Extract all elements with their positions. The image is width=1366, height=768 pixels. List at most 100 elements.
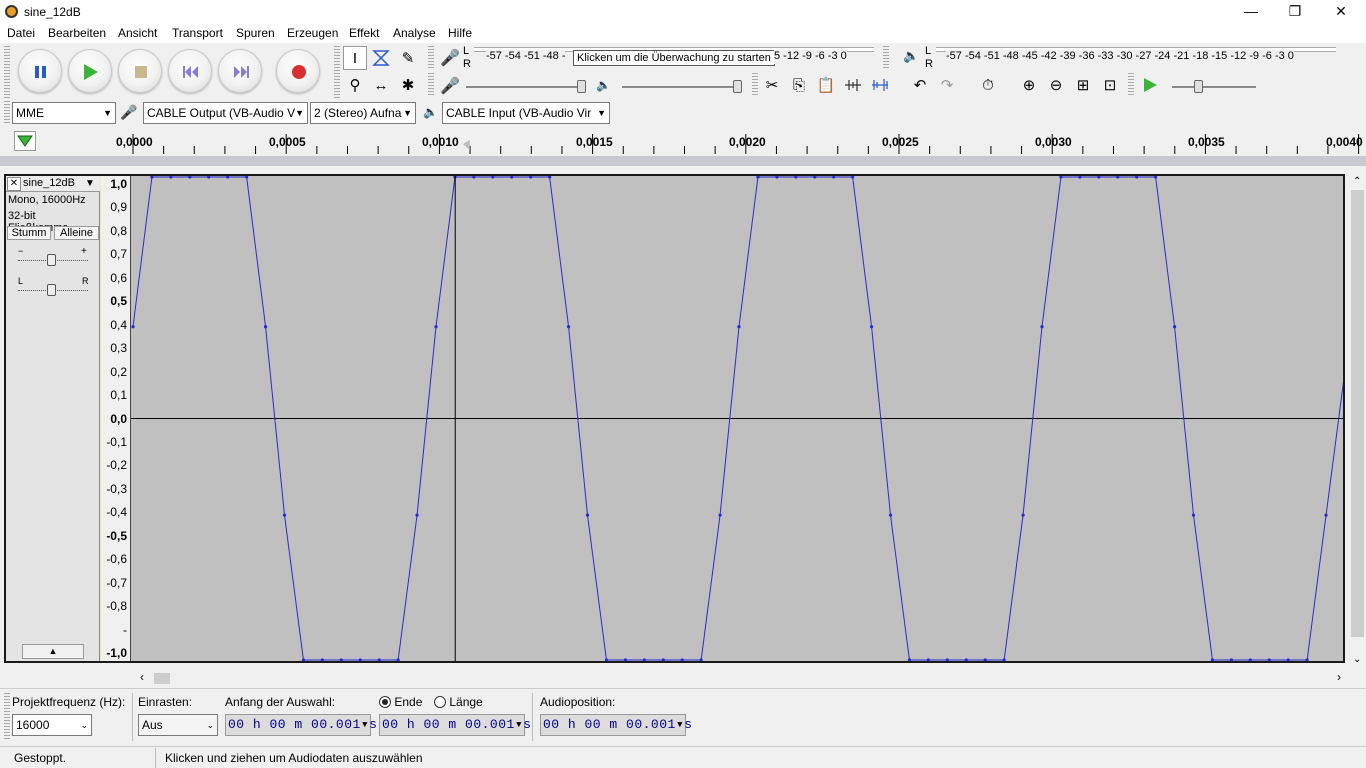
device-grip[interactable] [4,101,10,125]
timeshift-tool-button[interactable]: ↔ [369,73,393,97]
mixer-grip[interactable] [428,73,434,97]
skip-to-end-button[interactable] [218,49,262,93]
vertical-scrollbar[interactable]: ⌃ ⌄ [1349,174,1366,670]
mute-button[interactable]: Stumm [7,226,51,240]
edit-grip[interactable] [752,73,758,97]
copy-button[interactable]: ⎘ [787,73,811,97]
horizontal-scrollbar[interactable]: ‹ › [137,670,1349,687]
playback-volume-thumb[interactable] [733,80,742,93]
recording-device-select[interactable]: CABLE Output (VB-Audio V ▼ [143,102,308,124]
sample-point [566,325,571,329]
play-speed-thumb[interactable] [1194,80,1203,93]
trim-button[interactable] [841,73,865,97]
amplitude-label: 0,5 [110,294,127,309]
record-meter-grip[interactable] [428,46,434,70]
chevron-down-icon[interactable]: ▼ [516,715,522,735]
menu-erzeugen[interactable]: Erzeugen [287,26,338,40]
track-control-panel[interactable]: ✕ sine_12dB ▼ Mono, 16000Hz 32-bit Fließ… [6,176,100,661]
zoom-in-button[interactable]: ⊕ [1017,73,1041,97]
minimize-button[interactable]: — [1228,0,1274,24]
amplitude-ruler[interactable]: 1,0 0,9 0,8 0,7 0,6 0,5 0,4 0,3 0,2 0,1 0,0 -0,1 -0,… [101,176,131,661]
ruler-label: 0,0020 [729,135,766,149]
amplitude-label: 0,4 [110,317,127,332]
snap-select[interactable]: Aus ⌄ [138,714,218,736]
fit-project-button[interactable]: ⊡ [1098,73,1122,97]
menu-datei[interactable]: Datei [7,26,35,40]
chevron-down-icon[interactable]: ▼ [362,715,368,735]
channels-select[interactable]: 2 (Stereo) Aufna ▼ [310,102,416,124]
menu-bearbeiten[interactable]: Bearbeiten [48,26,106,40]
menu-ansicht[interactable]: Ansicht [118,26,157,40]
playback-volume-slider[interactable] [622,86,740,88]
undo-button[interactable]: ↶ [908,73,932,97]
track-name-menu[interactable]: sine_12dB [23,177,75,189]
fit-selection-button[interactable]: ⊞ [1071,73,1095,97]
record-volume-slider[interactable] [466,86,584,88]
pan-left-label: L [18,276,24,286]
sample-point [434,325,438,329]
toolbar-grip[interactable] [4,46,10,98]
menu-effekt[interactable]: Effekt [349,26,379,40]
scroll-up-icon[interactable]: ⌃ [1353,176,1361,187]
host-select[interactable]: MME ▼ [12,102,116,124]
stop-button[interactable] [118,49,162,93]
collapse-track-button[interactable]: ▲ [22,644,84,659]
menu-hilfe[interactable]: Hilfe [448,26,472,40]
pan-slider-thumb[interactable] [47,284,56,296]
paste-button[interactable]: 📋 [814,73,838,97]
end-radio-icon[interactable] [379,696,391,708]
play-at-speed-button[interactable] [1138,73,1162,97]
menu-transport[interactable]: Transport [172,26,223,40]
scroll-left-icon[interactable]: ‹ [140,670,144,684]
length-radio[interactable]: Länge [434,695,483,709]
length-radio-label: Länge [449,695,483,709]
waveform-display[interactable] [131,176,1343,661]
zoom-tool-button[interactable]: ⚲ [343,73,367,97]
play-head-marker[interactable] [462,140,470,150]
draw-tool-button[interactable]: ✎ [396,46,420,70]
timeline-ruler[interactable]: 0,0000 0,0005 0,0010 0,0015 0,0020 0,002… [0,128,1366,156]
project-rate-select[interactable]: 16000 ⌄ [12,714,92,736]
selection-tool-button[interactable]: I [343,46,367,70]
sync-lock-button[interactable]: ⏱ [976,73,1000,97]
selection-end-time[interactable]: 00 h 00 m 00.001 s ▼ [379,714,531,736]
restore-button[interactable]: ❐ [1272,0,1318,24]
menu-analyse[interactable]: Analyse [393,26,436,40]
track-close-button[interactable]: ✕ [7,177,21,191]
zoom-out-button[interactable]: ⊖ [1044,73,1068,97]
selection-grip[interactable] [4,693,10,741]
pause-button[interactable] [18,49,62,93]
play-button[interactable] [68,49,112,93]
multi-tool-button[interactable]: ✱ [396,73,420,97]
play-speed-grip[interactable] [1128,73,1134,97]
cut-button[interactable]: ✂ [760,73,784,97]
redo-button[interactable]: ↷ [935,73,959,97]
chevron-down-icon[interactable]: ▼ [677,715,683,735]
length-radio-icon[interactable] [434,696,446,708]
chevron-down-icon: ▼ [403,108,412,118]
vertical-scroll-thumb[interactable] [1351,190,1364,637]
playback-device-select[interactable]: CABLE Input (VB-Audio Vir ▼ [442,102,610,124]
record-volume-thumb[interactable] [577,80,586,93]
record-button[interactable] [276,49,320,93]
close-button[interactable]: ✕ [1318,0,1364,24]
silence-button[interactable] [868,73,892,97]
skip-to-start-button[interactable] [168,49,212,93]
track-menu-chevron-icon[interactable]: ▼ [85,178,95,189]
audio-position-time[interactable]: 00 h 00 m 00.001 s ▼ [540,714,692,736]
selection-start-time[interactable]: 00 h 00 m 00.001 s ▼ [225,714,377,736]
end-radio[interactable]: Ende [379,695,422,709]
snap-label: Einrasten: [138,695,193,709]
solo-button[interactable]: Alleine [54,226,99,240]
play-speed-slider[interactable] [1172,86,1256,88]
window-title: sine_12dB [24,5,81,19]
horizontal-scroll-thumb[interactable] [154,673,170,684]
play-meter-grip[interactable] [883,46,889,70]
scroll-down-icon[interactable]: ⌄ [1353,654,1361,665]
tools-grip[interactable] [334,46,340,98]
menu-spuren[interactable]: Spuren [236,26,275,40]
gain-slider-thumb[interactable] [47,254,56,266]
ruler-label: 0,0035 [1188,135,1225,149]
scroll-right-icon[interactable]: › [1337,670,1341,684]
envelope-tool-button[interactable] [369,46,393,70]
